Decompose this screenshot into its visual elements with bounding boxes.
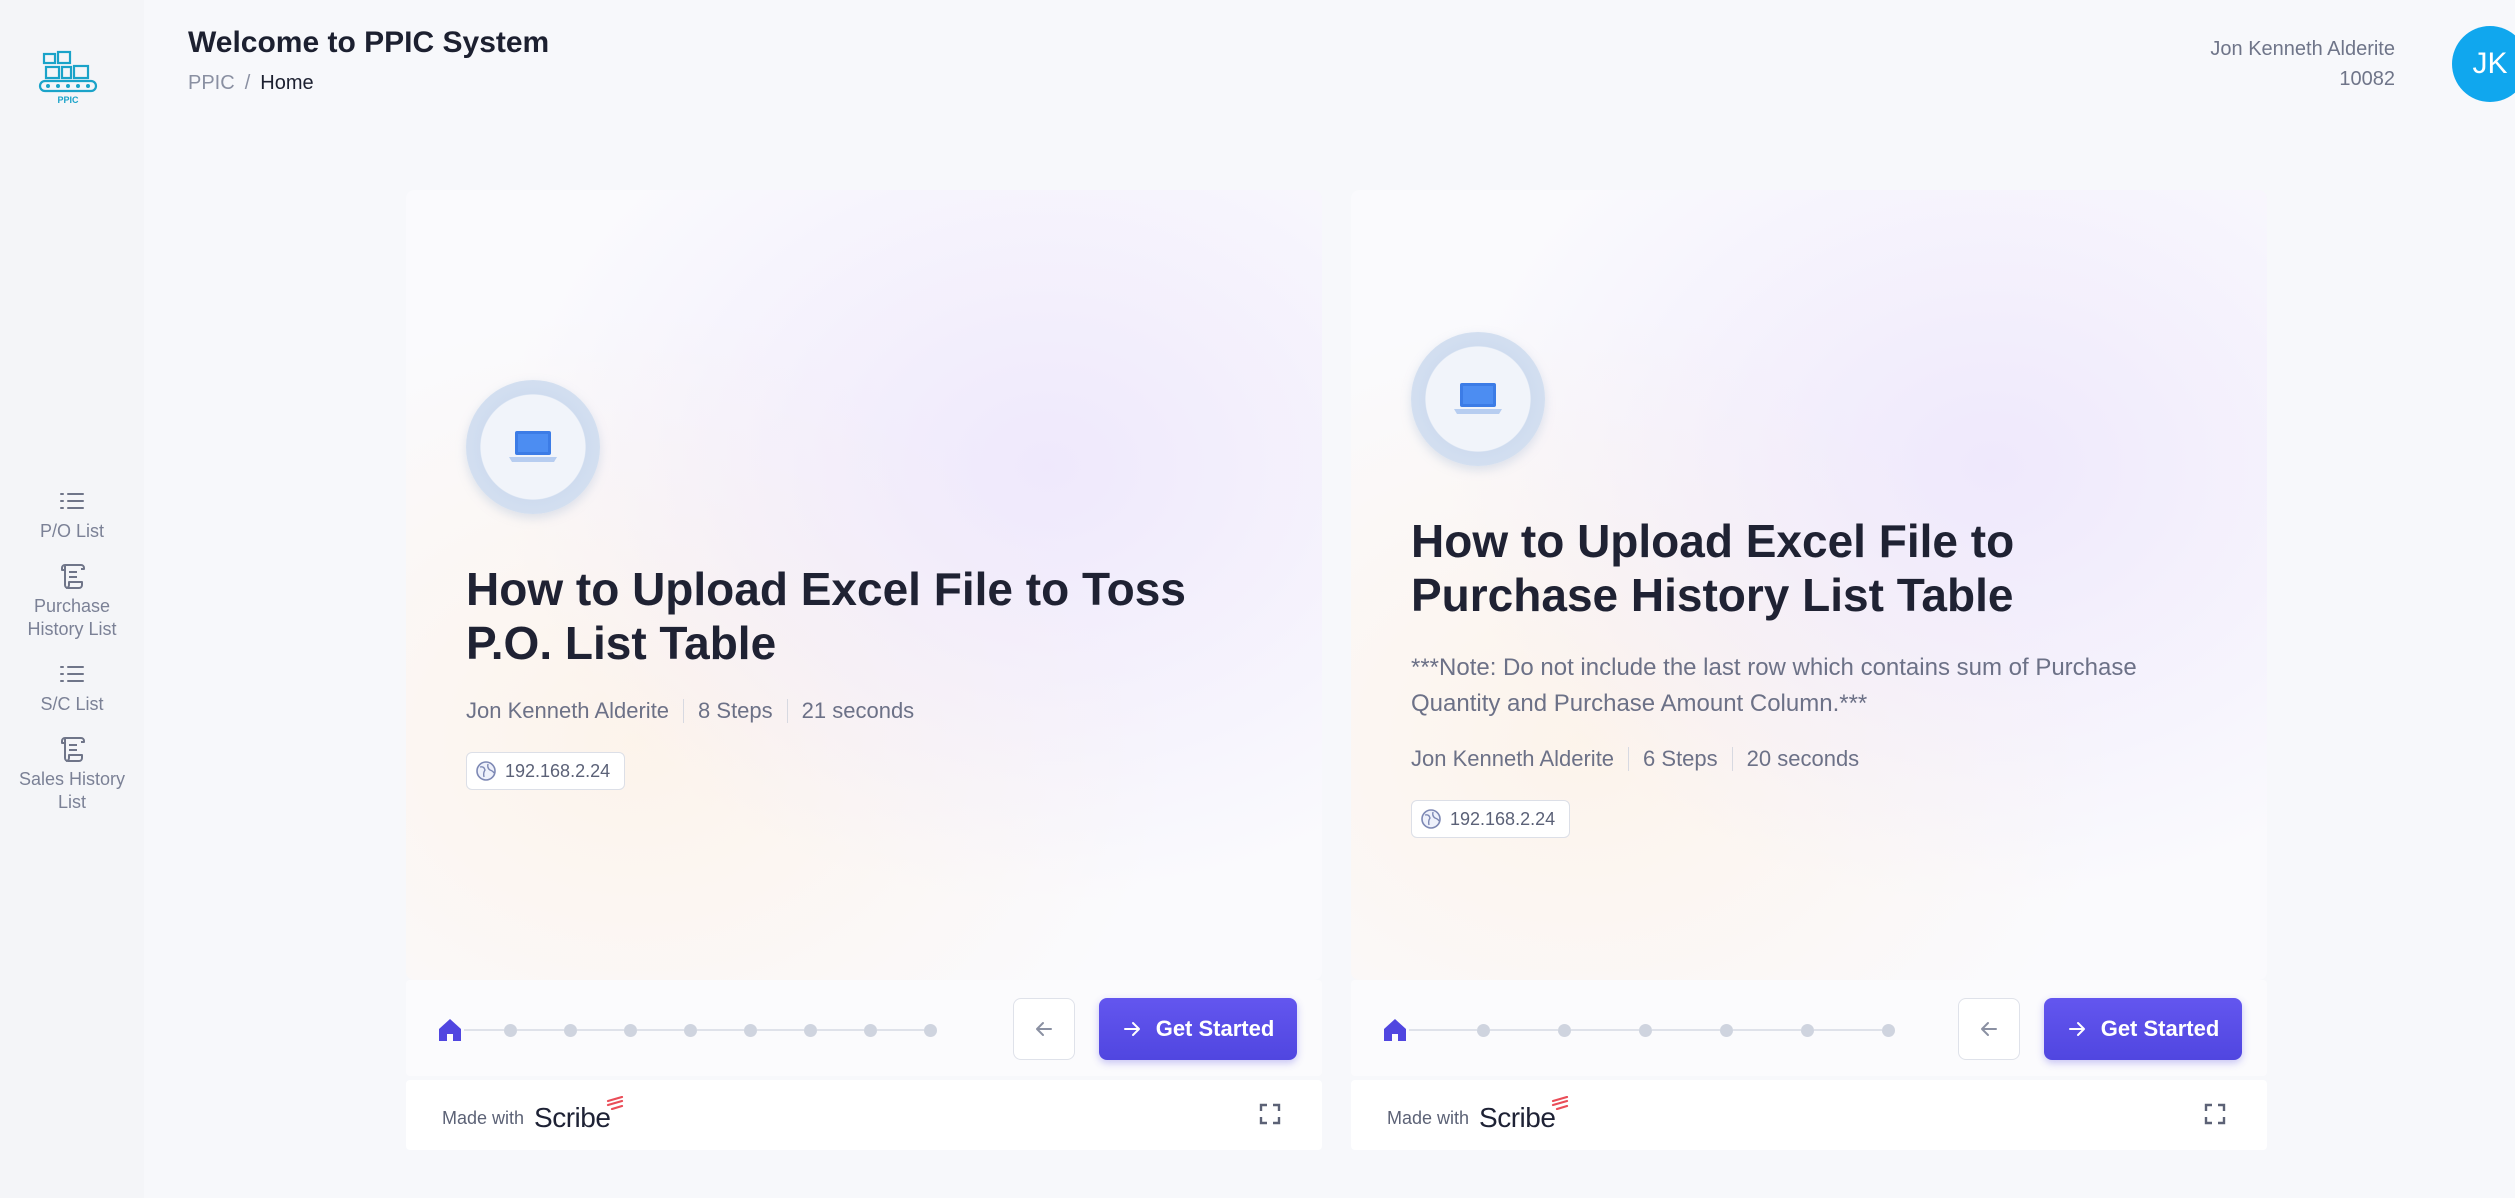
- duration: 21 seconds: [801, 698, 915, 723]
- step-dot[interactable]: [804, 1023, 817, 1037]
- get-started-label: Get Started: [2100, 1016, 2220, 1041]
- author-name: Jon Kenneth Alderite: [1411, 746, 1615, 771]
- step-count: 8 Steps: [698, 698, 773, 723]
- step-indicator: [1381, 1016, 1895, 1044]
- svg-text:PPIC: PPIC: [57, 95, 79, 105]
- step-dot[interactable]: [624, 1023, 637, 1037]
- breadcrumb-current: Home: [260, 72, 314, 94]
- card-note: ***Note: Do not include the last row whi…: [1411, 654, 2137, 717]
- step-dot[interactable]: [504, 1023, 517, 1037]
- made-with-label: Made with: [1387, 1107, 1470, 1128]
- step-dot[interactable]: [1882, 1023, 1895, 1037]
- sidebar-nav: P/O List Purchase History List S/C List …: [0, 486, 144, 832]
- scroll-icon: [61, 737, 85, 762]
- sidebar-item-sales-history-list[interactable]: Sales History List: [0, 734, 144, 814]
- arrow-right-icon: [2068, 1022, 2085, 1036]
- previous-button[interactable]: [1958, 998, 2020, 1060]
- arrow-left-icon: [1036, 1022, 1052, 1036]
- arrow-right-icon: [1123, 1022, 1140, 1036]
- sidebar-item-purchase-history-list[interactable]: Purchase History List: [0, 561, 144, 641]
- user-info: Jon Kenneth Alderite 10082: [2210, 34, 2395, 94]
- card-title: How to Upload Excel File to Purchase His…: [1411, 515, 2015, 621]
- globe-icon: [1421, 809, 1441, 829]
- made-with-label: Made with: [442, 1107, 525, 1128]
- previous-button[interactable]: [1013, 998, 1075, 1060]
- sidebar-item-label: Purchase History List: [27, 596, 117, 639]
- page-title: Welcome to PPIC System: [188, 26, 550, 59]
- scribe-mark-icon: [1552, 1096, 1569, 1110]
- meta-divider: [1628, 747, 1630, 771]
- user-name: Jon Kenneth Alderite: [2210, 38, 2395, 60]
- card-footer: Made with Scribe: [406, 1080, 1322, 1150]
- arrow-left-icon: [1981, 1022, 1997, 1036]
- ip-address-chip[interactable]: 192.168.2.24: [1411, 800, 1571, 838]
- get-started-button[interactable]: Get Started: [1099, 998, 1297, 1060]
- author-name: Jon Kenneth Alderite: [466, 698, 670, 723]
- step-dot[interactable]: [744, 1023, 757, 1037]
- home-icon[interactable]: [1381, 1016, 1409, 1044]
- home-icon[interactable]: [436, 1016, 464, 1044]
- scribe-logo: Scribe: [534, 1096, 624, 1134]
- sidebar-item-sc-list[interactable]: S/C List: [0, 659, 144, 716]
- scroll-icon: [61, 564, 85, 589]
- sidebar-item-po-list[interactable]: P/O List: [0, 486, 144, 543]
- scribe-mark-icon: [607, 1096, 624, 1110]
- list-icon: [60, 493, 84, 509]
- card-body: How to Upload Excel File to Purchase His…: [1351, 190, 2267, 980]
- sidebar: PPIC P/O List Purchase History List S/C …: [0, 0, 144, 1198]
- globe-icon: [476, 761, 496, 781]
- step-progress: Get Started: [406, 980, 1322, 1076]
- card-footer: Made with Scribe: [1351, 1080, 2267, 1150]
- made-with-scribe[interactable]: Made with Scribe: [1387, 1096, 1569, 1134]
- scribe-card: How to Upload Excel File to Purchase His…: [1351, 190, 2267, 1150]
- card-meta: Jon Kenneth Alderite 6 Steps 20 seconds: [1411, 746, 1859, 772]
- step-dot[interactable]: [1639, 1023, 1652, 1037]
- step-dot[interactable]: [564, 1023, 577, 1037]
- step-dot[interactable]: [924, 1023, 937, 1037]
- step-count: 6 Steps: [1643, 746, 1718, 771]
- meta-divider: [786, 699, 788, 723]
- ip-address: 192.168.2.24: [505, 760, 611, 781]
- get-started-label: Get Started: [1155, 1016, 1275, 1041]
- breadcrumb-separator: /: [244, 72, 251, 94]
- sidebar-item-label: S/C List: [40, 694, 104, 714]
- fullscreen-icon[interactable]: [1258, 1102, 1282, 1126]
- ip-address: 192.168.2.24: [1450, 808, 1556, 829]
- breadcrumb: PPIC / Home: [188, 72, 314, 95]
- laptop-icon: [466, 380, 600, 514]
- meta-divider: [683, 699, 685, 723]
- step-dot[interactable]: [1477, 1023, 1490, 1037]
- step-dot[interactable]: [1801, 1023, 1814, 1037]
- avatar[interactable]: JK: [2452, 26, 2515, 102]
- step-dot[interactable]: [1720, 1023, 1733, 1037]
- sidebar-item-label: Sales History List: [18, 769, 126, 812]
- list-icon: [60, 666, 84, 682]
- step-dot[interactable]: [684, 1023, 697, 1037]
- laptop-icon: [1411, 332, 1545, 466]
- card-title: How to Upload Excel File to Toss P.O. Li…: [466, 563, 1186, 669]
- step-dot[interactable]: [864, 1023, 877, 1037]
- ip-address-chip[interactable]: 192.168.2.24: [466, 752, 626, 790]
- breadcrumb-root-link[interactable]: PPIC: [188, 72, 235, 95]
- scribe-logo: Scribe: [1479, 1096, 1569, 1134]
- sidebar-item-label: P/O List: [39, 521, 105, 541]
- step-indicator: [436, 1016, 937, 1044]
- duration: 20 seconds: [1746, 746, 1860, 771]
- ppic-logo[interactable]: PPIC: [36, 48, 100, 118]
- card-body: How to Upload Excel File to Toss P.O. Li…: [406, 190, 1322, 980]
- get-started-button[interactable]: Get Started: [2044, 998, 2242, 1060]
- fullscreen-icon[interactable]: [2203, 1102, 2227, 1126]
- scribe-card: How to Upload Excel File to Toss P.O. Li…: [406, 190, 1322, 1150]
- step-progress: Get Started: [1351, 980, 2267, 1076]
- made-with-scribe[interactable]: Made with Scribe: [442, 1096, 624, 1134]
- card-meta: Jon Kenneth Alderite 8 Steps 21 seconds: [466, 698, 914, 724]
- step-dot[interactable]: [1558, 1023, 1571, 1037]
- meta-divider: [1731, 747, 1733, 771]
- user-id: 10082: [2339, 68, 2395, 90]
